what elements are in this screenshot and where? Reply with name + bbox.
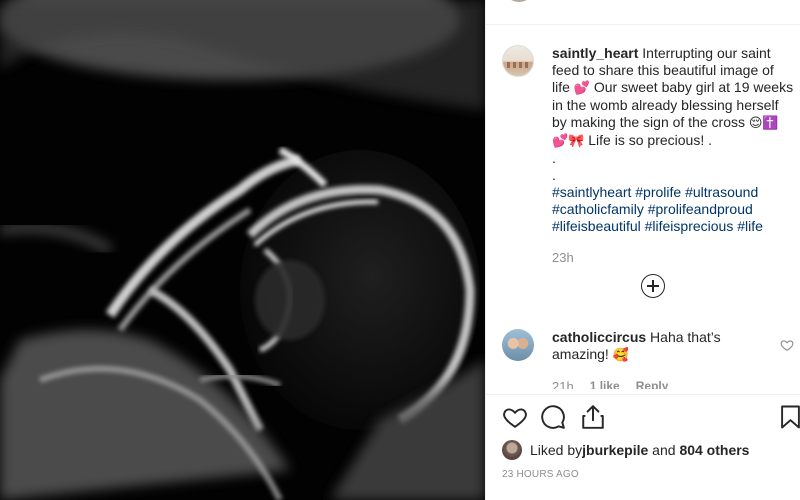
ultrasound-image: [0, 0, 485, 500]
comment-icon[interactable]: [540, 404, 566, 430]
caption-text: saintly_heart Interrupting our saint fee…: [552, 45, 794, 266]
comment-time[interactable]: 21h: [552, 379, 574, 389]
caption-dot: .: [552, 150, 556, 166]
header-avatar[interactable]: [503, 0, 535, 2]
likes-summary: Liked by jburkepile and 804 others: [502, 440, 749, 460]
likes-count[interactable]: 804 others: [679, 442, 749, 458]
share-icon[interactable]: [580, 404, 606, 430]
post-timestamp[interactable]: 23 HOURS AGO: [502, 469, 579, 480]
commenter-username[interactable]: catholiccircus: [552, 329, 646, 345]
hashtags[interactable]: #saintlyheart #prolife #ultrasound #cath…: [552, 184, 763, 234]
caption-part3: Life is so precious! .: [584, 132, 712, 148]
liker-avatar[interactable]: [502, 440, 522, 460]
caption-timestamp[interactable]: 23h: [552, 249, 794, 266]
plus-circle-icon[interactable]: [641, 274, 665, 298]
comment-text: catholiccircus Haha that’s amazing! 🥰: [552, 329, 772, 364]
comment: catholiccircus Haha that’s amazing! 🥰 21…: [502, 329, 794, 389]
divider: [486, 394, 800, 395]
post-sidebar: saintly_heart Interrupting our saint fee…: [485, 0, 800, 500]
author-avatar[interactable]: [502, 45, 534, 77]
caption-dot: .: [552, 167, 556, 183]
small-heart-icon[interactable]: [780, 338, 794, 352]
commenter-avatar[interactable]: [502, 329, 534, 361]
comment-emoji: 🥰: [612, 348, 629, 363]
liker-username[interactable]: jburkepile: [582, 442, 648, 458]
author-username[interactable]: saintly_heart: [552, 45, 638, 61]
comment-likes[interactable]: 1 like: [590, 379, 620, 389]
bookmark-icon[interactable]: [780, 404, 800, 430]
comment-meta: 21h 1 like Reply: [552, 379, 668, 389]
action-bar: [502, 404, 800, 432]
caption-emoji1: 💕: [573, 81, 590, 96]
heart-icon[interactable]: [502, 404, 528, 430]
divider: [486, 24, 800, 25]
likes-prefix: Liked by: [530, 442, 583, 458]
reply-button[interactable]: Reply: [636, 379, 669, 389]
caption: saintly_heart Interrupting our saint fee…: [502, 45, 794, 266]
likes-middle: and: [648, 442, 680, 458]
ultrasound-graphic: [0, 0, 485, 500]
